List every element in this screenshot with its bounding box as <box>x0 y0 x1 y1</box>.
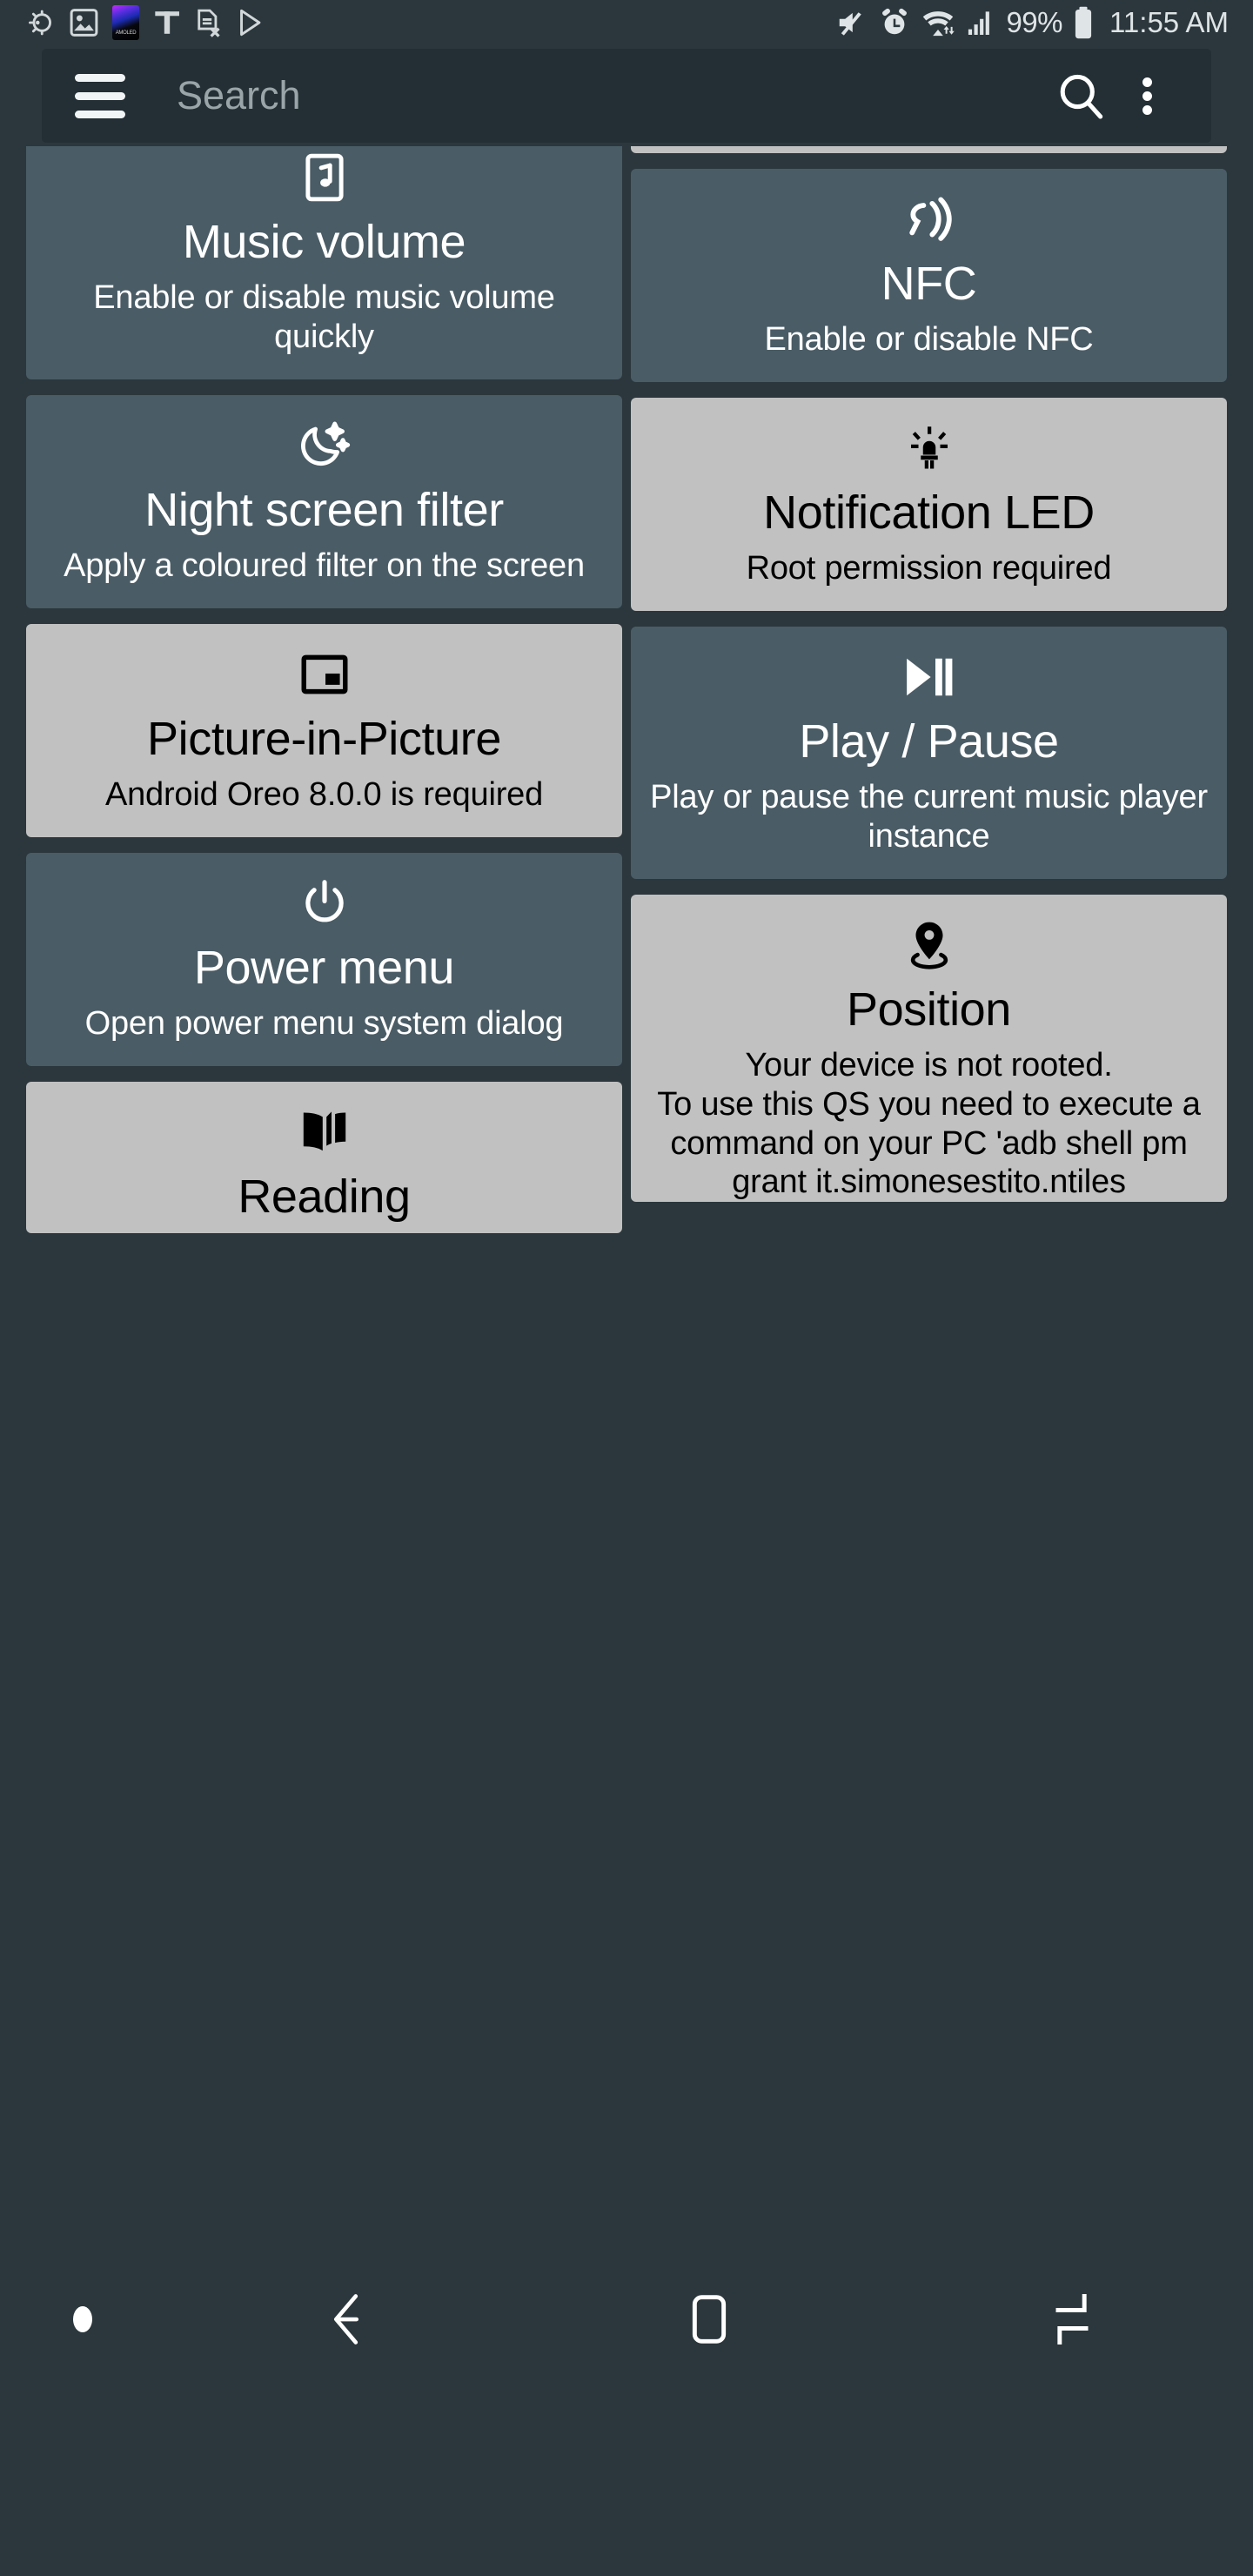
status-bar-clock: 11:55 AM <box>1109 6 1229 38</box>
signal-icon <box>965 6 996 39</box>
tile-title: Picture-in-Picture <box>147 712 501 765</box>
tile-reading[interactable]: Reading <box>26 1081 622 1233</box>
nav-home-button[interactable] <box>528 2287 891 2351</box>
tile-play-pause[interactable]: Play / Pause Play or pause the current m… <box>631 626 1227 879</box>
tile-nfc[interactable]: NFC Enable or disable NFC <box>631 169 1227 382</box>
tile-subtitle: Root permission required <box>746 550 1112 587</box>
app-bar-container <box>0 45 1253 146</box>
tile-title: Notification LED <box>763 486 1095 539</box>
tile-subtitle: Android Oreo 8.0.0 is required <box>104 775 544 813</box>
power-icon <box>298 875 352 931</box>
status-bar-right-icons: 99% 11:55 AM <box>835 5 1229 40</box>
nav-recents-button[interactable] <box>890 2287 1253 2351</box>
tile-title: Music volume <box>182 216 466 268</box>
tile-subtitle: Open power menu system dialog <box>84 1004 564 1042</box>
tiles-left-column: Music volume Enable or disable music vol… <box>26 146 622 1233</box>
tile-title: Night screen filter <box>144 483 504 536</box>
nfc-icon <box>901 191 958 247</box>
tile-notification-led[interactable]: Notification LED Root permission require… <box>631 397 1227 611</box>
kebab-dot <box>1142 77 1152 87</box>
tile-title: Power menu <box>193 941 455 994</box>
picture-in-picture-icon <box>298 647 352 702</box>
hamburger-line <box>75 91 125 100</box>
amoled-app-icon <box>112 5 139 40</box>
tiles-grid: Music volume Enable or disable music vol… <box>26 146 1227 1233</box>
tile-title: Position <box>847 983 1011 1036</box>
alarm-icon <box>878 6 911 39</box>
t-mobile-icon <box>153 7 181 38</box>
kebab-dot <box>1142 104 1152 115</box>
tiles-right-column: NFC Enable or disable NFC Notification L… <box>631 146 1227 1203</box>
tile-power-menu[interactable]: Power menu Open power menu system dialog <box>26 852 622 1066</box>
tile-night-screen-filter[interactable]: Night screen filter Apply a coloured fil… <box>26 394 622 608</box>
status-bar: 99% 11:55 AM <box>0 0 1253 45</box>
wifi-icon <box>921 6 955 39</box>
hamburger-line <box>75 110 125 118</box>
sim-card-off-icon <box>195 7 222 38</box>
tile-subtitle: Enable or disable music volume quickly <box>93 279 555 355</box>
tile-title: NFC <box>881 258 977 310</box>
open-book-icon <box>296 1104 353 1160</box>
battery-percent-label: 99% <box>1006 6 1063 38</box>
dot-indicator-icon <box>73 2306 92 2332</box>
battery-full-icon <box>1072 5 1095 40</box>
tile-subtitle: Enable or disable NFC <box>764 321 1094 359</box>
recents-icon <box>1055 2294 1089 2345</box>
more-vertical-icon[interactable] <box>1116 73 1178 119</box>
tile-title: Reading <box>238 1170 411 1223</box>
brightness-auto-icon <box>24 7 56 38</box>
gallery-icon <box>70 7 98 38</box>
tiles-scroll-area[interactable]: Music volume Enable or disable music vol… <box>0 146 1253 2376</box>
status-bar-left-icons <box>24 5 264 40</box>
tile-position[interactable]: Position Your device is not rooted. To u… <box>631 894 1227 1203</box>
hamburger-line <box>75 73 125 82</box>
navigation-bar <box>0 2263 1253 2376</box>
nav-indicator[interactable] <box>0 2306 165 2332</box>
nav-back-button[interactable] <box>165 2287 528 2351</box>
music-note-box-icon <box>298 150 352 205</box>
home-square-icon <box>692 2295 727 2344</box>
led-bulb-icon <box>903 420 955 476</box>
location-pin-icon <box>904 917 955 973</box>
search-icon[interactable] <box>1046 68 1116 124</box>
tile-subtitle: Play or pause the current music player i… <box>650 779 1208 855</box>
hamburger-menu-icon[interactable] <box>75 73 125 118</box>
search-input[interactable] <box>177 73 1046 118</box>
tile-picture-in-picture[interactable]: Picture-in-Picture Android Oreo 8.0.0 is… <box>26 623 622 837</box>
tile-title: Play / Pause <box>799 714 1059 768</box>
moon-stars-icon <box>297 418 352 473</box>
tile-subtitle: Apply a coloured filter on the screen <box>64 547 585 584</box>
app-bar <box>42 49 1211 143</box>
tile-music-volume[interactable]: Music volume Enable or disable music vol… <box>26 146 622 379</box>
play-store-icon <box>236 7 264 38</box>
kebab-dot <box>1142 91 1152 101</box>
play-pause-icon <box>899 649 960 705</box>
back-arrow-icon <box>334 2294 359 2345</box>
mute-icon <box>835 6 868 39</box>
tile-subtitle: Your device is not rooted. To use this Q… <box>657 1046 1201 1201</box>
tile-partial-above[interactable] <box>631 146 1227 153</box>
